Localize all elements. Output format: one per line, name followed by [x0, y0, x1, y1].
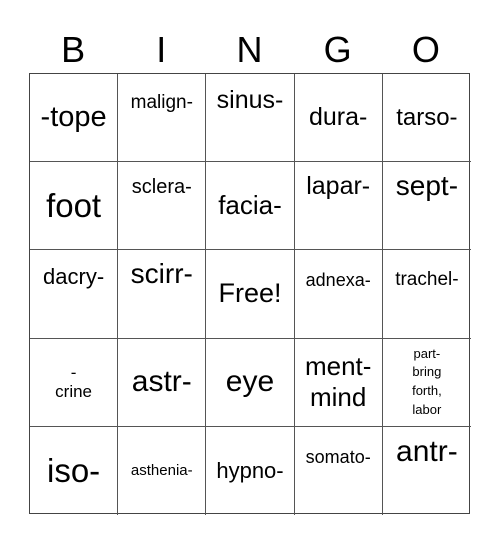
cell-text: -tope: [40, 100, 107, 133]
bingo-cell[interactable]: lapar-: [294, 162, 383, 251]
bingo-cell[interactable]: facia-: [206, 162, 295, 251]
cell-text: scirr-: [130, 258, 193, 290]
cell-text: trachel-: [395, 269, 459, 291]
bingo-cell[interactable]: -tope: [30, 74, 119, 163]
bingo-cell[interactable]: malign-: [118, 74, 207, 163]
cell-text: tarso-: [396, 103, 458, 131]
cell-text: somato-: [305, 446, 371, 467]
bingo-cell[interactable]: - crine: [30, 338, 119, 427]
cell-text: asthenia-: [130, 462, 193, 480]
bingo-cell[interactable]: dacry-: [30, 250, 119, 339]
bingo-cell[interactable]: hypno-: [206, 426, 295, 515]
cell-text: sept-: [395, 170, 459, 202]
bingo-cell[interactable]: scirr-: [118, 250, 207, 339]
cell-text: sclera-: [131, 176, 192, 199]
bingo-cell[interactable]: tarso-: [382, 74, 471, 163]
cell-text: lapar-: [306, 172, 371, 201]
bingo-cell[interactable]: astr-: [118, 338, 207, 427]
bingo-cell[interactable]: eye: [206, 338, 295, 427]
bingo-cell[interactable]: sclera-: [118, 162, 207, 251]
header-letter-i: I: [156, 29, 167, 70]
header-letter-n: N: [236, 29, 263, 70]
cell-text: iso-: [47, 451, 101, 489]
bingo-cell[interactable]: iso-: [30, 426, 119, 515]
cell-text: Free!: [218, 278, 282, 309]
bingo-cell[interactable]: part- bring forth, labor: [382, 339, 471, 427]
cell-text: astr-: [131, 364, 192, 398]
bingo-grid: -tope malign- sinus- dura- tarso- foot s…: [29, 73, 471, 515]
bingo-cell[interactable]: sinus-: [206, 74, 295, 163]
bingo-cell[interactable]: trachel-: [382, 250, 471, 339]
bingo-cell[interactable]: asthenia-: [118, 426, 207, 515]
header-letter-b: B: [61, 29, 86, 70]
header-letter-g: G: [323, 29, 352, 70]
cell-text: malign-: [130, 92, 193, 113]
header-letter-o: O: [411, 29, 440, 70]
cell-text: antr-: [396, 434, 458, 468]
cell-text: sinus-: [216, 86, 284, 114]
bingo-cell[interactable]: foot: [30, 162, 119, 251]
cell-text: foot: [46, 186, 102, 224]
cell-text: part- bring forth, labor: [412, 345, 442, 418]
cell-text: facia-: [218, 189, 282, 220]
bingo-cell[interactable]: antr-: [383, 427, 471, 515]
bingo-header: B I N G O: [29, 28, 470, 72]
cell-text: dura-: [309, 103, 368, 132]
bingo-cell[interactable]: dura-: [294, 74, 383, 163]
cell-text: dacry-: [43, 264, 105, 290]
cell-text: hypno-: [216, 458, 284, 484]
cell-text: - crine: [55, 362, 93, 402]
cell-text: eye: [225, 364, 275, 398]
bingo-cell[interactable]: ment- mind: [294, 338, 383, 427]
cell-text: ment- mind: [304, 351, 372, 413]
bingo-cell[interactable]: sept-: [382, 162, 471, 251]
cell-text: adnexa-: [305, 270, 371, 291]
bingo-cell[interactable]: adnexa-: [294, 250, 383, 339]
free-space[interactable]: Free!: [206, 250, 295, 339]
bingo-cell[interactable]: somato-: [295, 426, 383, 515]
